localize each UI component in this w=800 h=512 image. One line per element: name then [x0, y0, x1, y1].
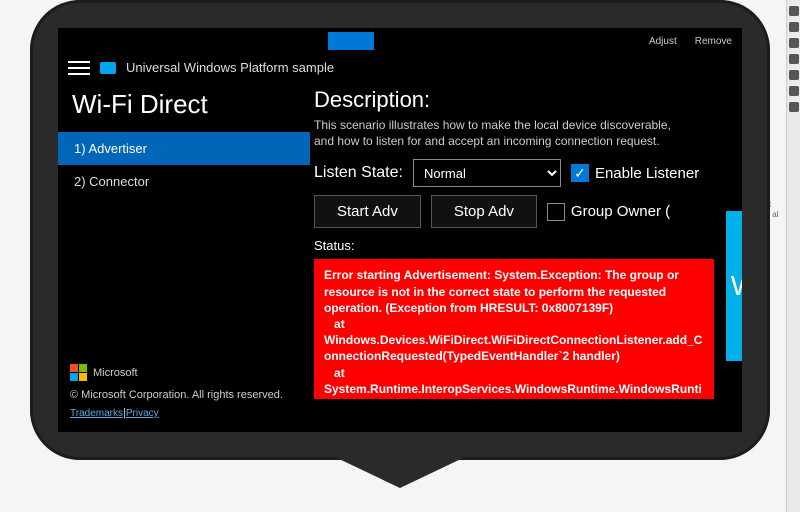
enable-listener-checkbox[interactable]: ✓ Enable Listener: [571, 164, 699, 182]
listen-state-combo[interactable]: Normal: [413, 159, 561, 187]
nav-advertiser[interactable]: 1) Advertiser: [58, 132, 310, 165]
group-owner-label: Group Owner (: [571, 203, 670, 220]
privacy-link[interactable]: Privacy: [126, 408, 159, 419]
group-owner-checkbox[interactable]: Group Owner (: [547, 203, 670, 221]
sidebar: Wi-Fi Direct 1) Advertiser 2) Connector …: [58, 81, 310, 425]
trademarks-link[interactable]: Trademarks: [70, 408, 123, 419]
app-titlebar: Universal Windows Platform sample: [58, 54, 742, 81]
status-label: Status:: [314, 238, 742, 253]
browser-right-strip: [786, 0, 800, 512]
microsoft-brand-text: Microsoft: [93, 367, 138, 379]
microsoft-logo-icon: [70, 364, 87, 381]
remove-button[interactable]: Remove: [695, 36, 732, 47]
check-icon: ✓: [571, 164, 589, 182]
topbar-highlight: [328, 32, 374, 50]
page-title: Wi-Fi Direct: [58, 81, 310, 132]
app-screen: Adjust Remove Universal Windows Platform…: [58, 28, 742, 432]
adjust-button[interactable]: Adjust: [649, 36, 677, 47]
main-panel: Description: This scenario illustrates h…: [310, 81, 742, 425]
microsoft-logo: Microsoft: [70, 364, 138, 381]
emulator-frame: Adjust Remove Universal Windows Platform…: [30, 0, 770, 460]
copyright-text: © Microsoft Corporation. All rights rese…: [70, 389, 298, 401]
app-title: Universal Windows Platform sample: [126, 60, 334, 75]
nav-connector[interactable]: 2) Connector: [58, 165, 310, 198]
sidebar-footer: Microsoft © Microsoft Corporation. All r…: [58, 353, 310, 425]
description-heading: Description:: [314, 87, 742, 113]
stop-adv-button[interactable]: Stop Adv: [431, 195, 537, 228]
description-text: This scenario illustrates how to make th…: [314, 117, 694, 149]
enable-listener-label: Enable Listener: [595, 165, 699, 182]
start-adv-button[interactable]: Start Adv: [314, 195, 421, 228]
hamburger-icon[interactable]: [68, 61, 90, 75]
emulator-topbar: Adjust Remove: [58, 28, 742, 54]
listen-state-label: Listen State:: [314, 164, 403, 182]
side-teal-panel: W: [726, 211, 742, 361]
app-icon: [100, 62, 116, 74]
unchecked-box-icon: [547, 203, 565, 221]
status-error-text: Error starting Advertisement: System.Exc…: [314, 259, 714, 399]
